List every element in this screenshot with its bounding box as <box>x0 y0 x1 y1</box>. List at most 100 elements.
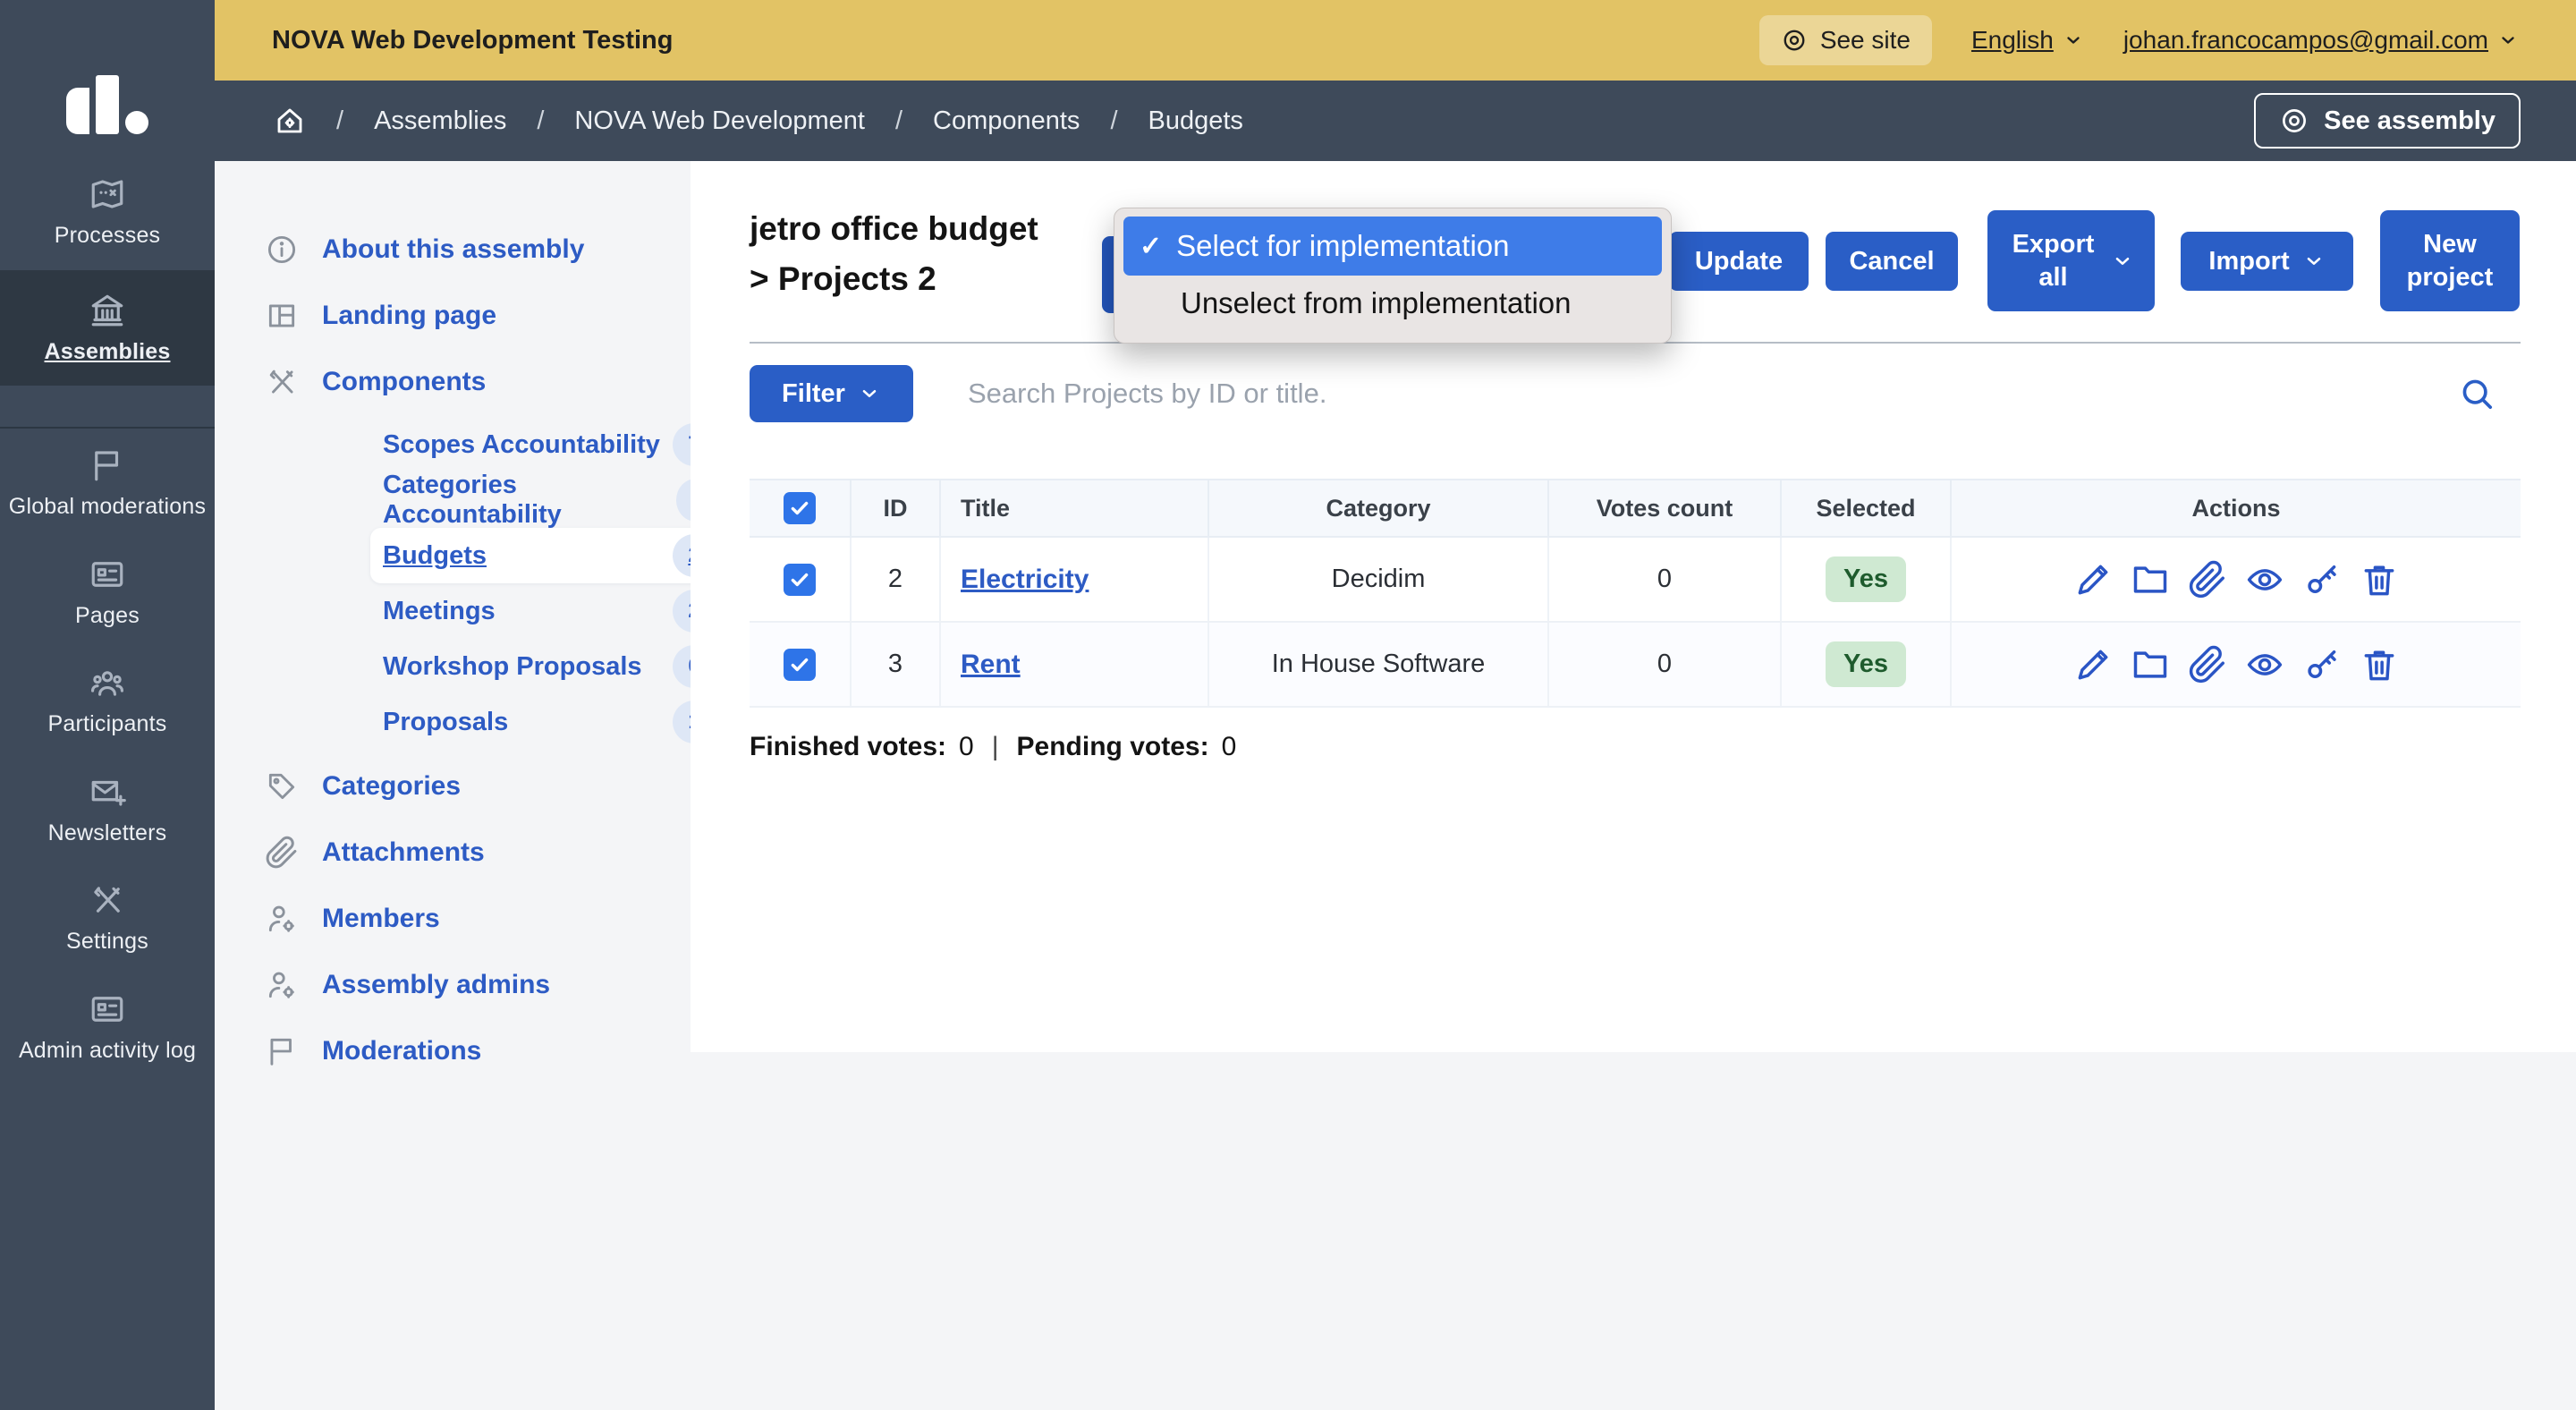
sidebar-item-newsletters[interactable]: Newsletters <box>0 755 215 864</box>
component-item-workshop-proposals[interactable]: Workshop Proposals 0 <box>370 639 726 694</box>
row-checkbox[interactable] <box>784 649 816 681</box>
sidebar-item-categories[interactable]: Categories <box>265 753 691 820</box>
dropdown-option-select-for-implementation[interactable]: ✓ Select for implementation <box>1123 217 1662 276</box>
edit-pencil-icon[interactable] <box>2073 560 2113 599</box>
breadcrumb-budgets[interactable]: Budgets <box>1148 106 1243 136</box>
update-button[interactable]: Update <box>1669 232 1809 291</box>
delete-trash-icon[interactable] <box>2360 645 2399 684</box>
sidebar-item-label: Processes <box>55 224 161 249</box>
row-checkbox[interactable] <box>784 564 816 596</box>
chevron-down-icon <box>2302 250 2326 273</box>
filter-button[interactable]: Filter <box>750 365 913 422</box>
sidebar-item-components[interactable]: Components <box>265 349 691 415</box>
sidebar-spacer <box>0 386 215 427</box>
see-site-button[interactable]: See site <box>1759 15 1932 65</box>
breadcrumb-components[interactable]: Components <box>933 106 1080 136</box>
finished-votes-label: Finished votes: <box>750 732 946 762</box>
sidebar-item-members[interactable]: Members <box>265 886 691 952</box>
folder-icon[interactable] <box>2131 645 2170 684</box>
language-selector[interactable]: English <box>1971 26 2084 55</box>
permissions-key-icon[interactable] <box>2302 645 2342 684</box>
components-tools-icon <box>265 365 299 399</box>
permissions-key-icon[interactable] <box>2302 560 2342 599</box>
landing-grid-icon <box>265 299 299 333</box>
row-checkbox-cell <box>750 623 852 706</box>
sidebar-item-global-moderations[interactable]: Global moderations <box>0 429 215 538</box>
cancel-button[interactable]: Cancel <box>1826 232 1958 291</box>
cell-category: In House Software <box>1209 623 1549 706</box>
main-content: jetro office budget > Projects 2 ✓ Selec… <box>691 161 2576 1052</box>
component-item-meetings[interactable]: Meetings 2 <box>370 583 726 639</box>
sidebar-item-label: Global moderations <box>9 495 206 520</box>
row-checkbox-cell <box>750 538 852 621</box>
sidebar-item-about-assembly[interactable]: About this assembly <box>265 217 691 283</box>
map-icon <box>89 175 126 213</box>
edit-pencil-icon[interactable] <box>2073 645 2113 684</box>
table-header-row: ID Title Category Votes count Selected A… <box>750 479 2521 538</box>
user-gear-icon <box>265 968 299 1002</box>
votes-summary: Finished votes: 0 | Pending votes: 0 <box>750 732 1236 762</box>
new-project-button[interactable]: New project <box>2380 210 2520 311</box>
component-label: Budgets <box>383 541 487 571</box>
header-votes-count: Votes count <box>1549 480 1782 536</box>
preview-eye-icon[interactable] <box>2245 560 2284 599</box>
sidebar-item-participants[interactable]: Participants <box>0 646 215 755</box>
folder-icon[interactable] <box>2131 560 2170 599</box>
breadcrumb-separator: / <box>336 106 343 136</box>
selected-badge: Yes <box>1826 641 1906 687</box>
project-title-link[interactable]: Electricity <box>961 565 1089 595</box>
see-assembly-button[interactable]: See assembly <box>2254 93 2521 149</box>
row-actions <box>2073 560 2399 599</box>
logo-bar <box>66 88 89 134</box>
sidebar-item-attachments[interactable]: Attachments <box>265 820 691 886</box>
assembly-sidebar: About this assembly Landing page Compone… <box>215 161 691 1052</box>
component-item-scopes-accountability[interactable]: Scopes Accountability 7 <box>370 417 726 472</box>
component-item-proposals[interactable]: Proposals 1 <box>370 694 726 750</box>
sidebar-item-assemblies[interactable]: Assemblies <box>0 270 215 386</box>
project-title-link[interactable]: Rent <box>961 650 1021 680</box>
pending-votes-value: 0 <box>1222 732 1237 762</box>
search-icon[interactable] <box>2457 374 2496 413</box>
breadcrumb-separator: / <box>895 106 902 136</box>
sidebar-item-landing-page[interactable]: Landing page <box>265 283 691 349</box>
delete-trash-icon[interactable] <box>2360 560 2399 599</box>
attachments-paperclip-icon[interactable] <box>2188 645 2227 684</box>
breadcrumb-assembly-name[interactable]: NOVA Web Development <box>574 106 865 136</box>
dropdown-option-unselect-from-implementation[interactable]: Unselect from implementation <box>1123 276 1662 331</box>
sidebar-item-label: Assemblies <box>45 340 171 365</box>
sidebar-item-processes[interactable]: Processes <box>0 154 215 270</box>
header-id: ID <box>852 480 941 536</box>
breadcrumb-separator: / <box>1110 106 1117 136</box>
component-item-categories-accountability[interactable]: Categories Accountability 2 <box>370 472 726 528</box>
summary-divider: | <box>987 732 1004 762</box>
sidebar-item-label: Components <box>322 367 486 397</box>
organization-title: NOVA Web Development Testing <box>272 26 673 55</box>
decidim-logo[interactable] <box>0 0 215 134</box>
sidebar-item-label: About this assembly <box>322 234 584 265</box>
search-input[interactable] <box>968 367 2399 420</box>
export-all-button[interactable]: Export all <box>1987 210 2155 311</box>
header-title: Title <box>941 480 1209 536</box>
user-menu[interactable]: johan.francocampos@gmail.com <box>2123 26 2519 55</box>
paperclip-icon <box>265 836 299 870</box>
sidebar-item-moderations[interactable]: Moderations <box>265 1018 691 1084</box>
sidebar-item-label: Settings <box>66 930 148 955</box>
sidebar-item-pages[interactable]: Pages <box>0 538 215 647</box>
sidebar-item-admin-activity-log[interactable]: Admin activity log <box>0 973 215 1082</box>
projects-table: ID Title Category Votes count Selected A… <box>750 479 2521 708</box>
preview-eye-icon[interactable] <box>2245 645 2284 684</box>
breadcrumb-assemblies[interactable]: Assemblies <box>374 106 506 136</box>
import-button[interactable]: Import <box>2181 232 2353 291</box>
sidebar-item-label: Attachments <box>322 837 485 868</box>
sidebar-item-settings[interactable]: Settings <box>0 863 215 973</box>
attachments-paperclip-icon[interactable] <box>2188 560 2227 599</box>
component-item-budgets[interactable]: Budgets 2 <box>370 528 726 583</box>
info-icon <box>265 233 299 267</box>
select-all-checkbox[interactable] <box>784 492 816 524</box>
row-actions <box>2073 645 2399 684</box>
cell-votes-count: 0 <box>1549 538 1782 621</box>
sidebar-item-assembly-admins[interactable]: Assembly admins <box>265 952 691 1018</box>
new-project-label: New project <box>2405 228 2495 293</box>
decidim-admin-app: Processes Assemblies Global moderations … <box>0 0 2576 1410</box>
home-icon[interactable] <box>274 105 306 137</box>
